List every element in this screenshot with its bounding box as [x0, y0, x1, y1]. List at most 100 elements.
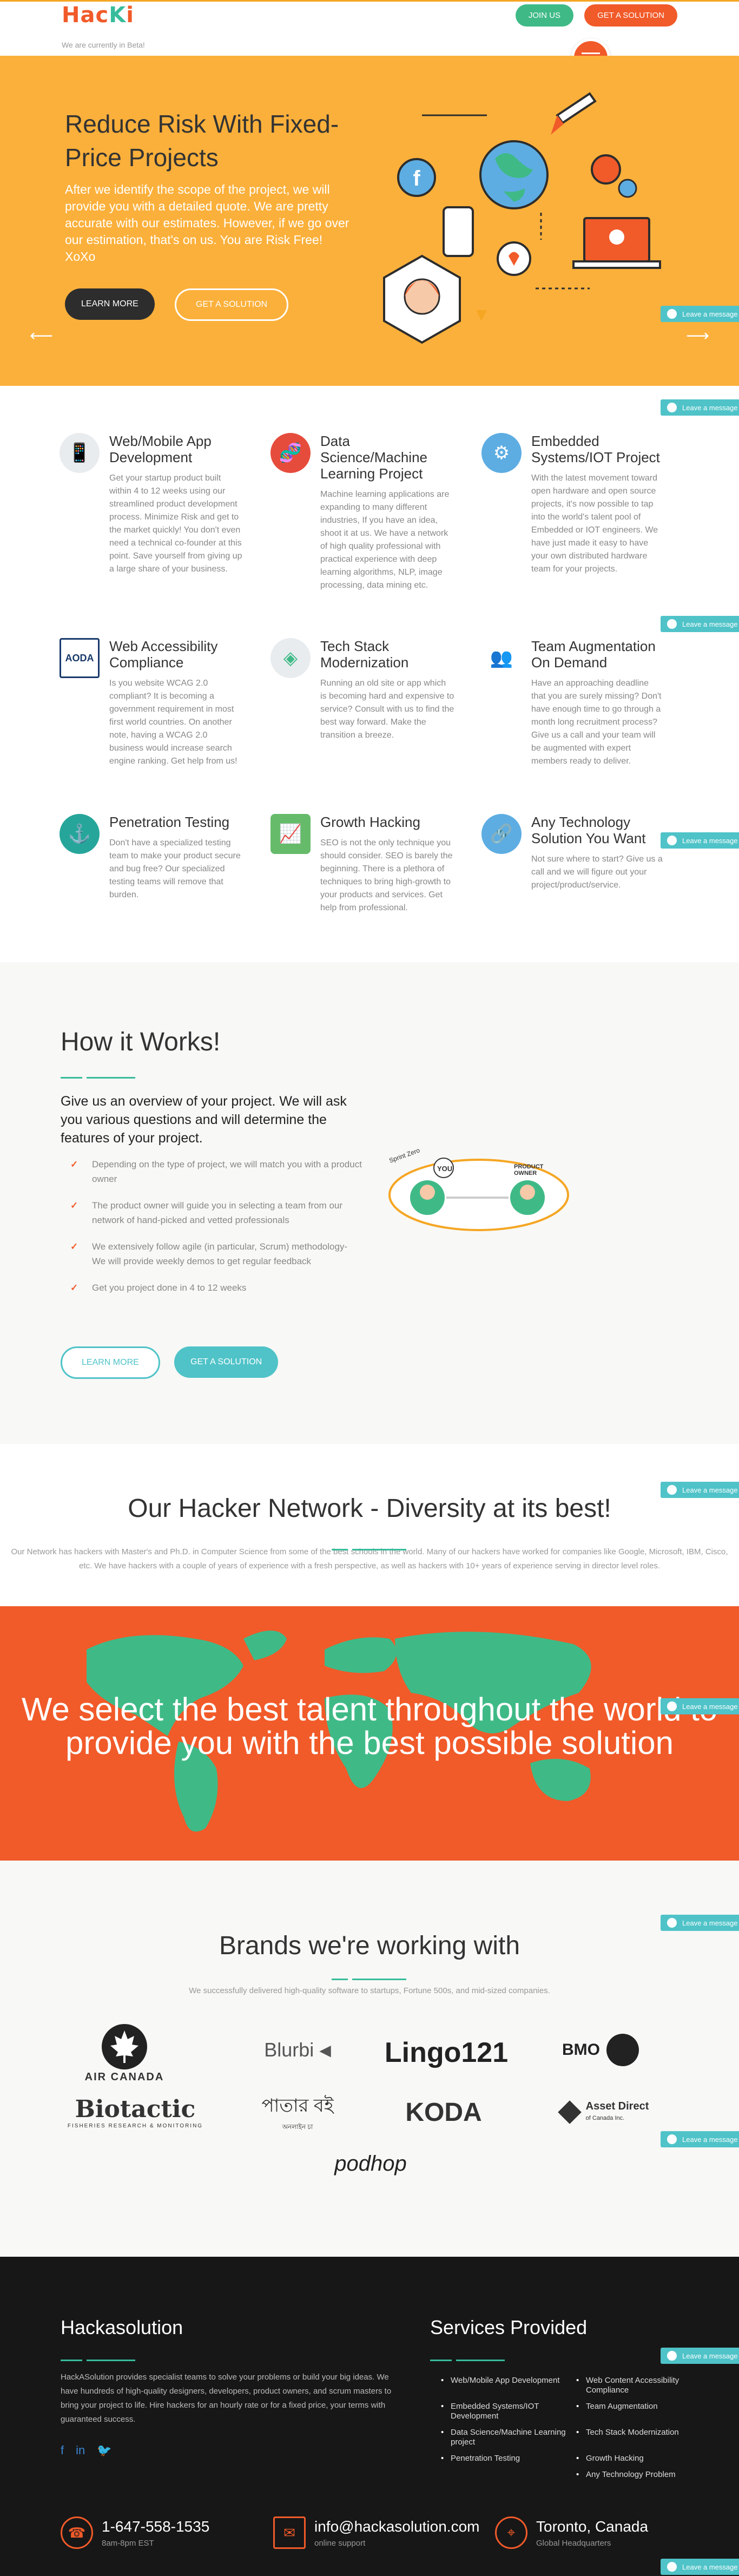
phone-icon: ☎: [61, 2516, 93, 2549]
svg-text:f: f: [413, 167, 420, 190]
service-title: Tech Stack Modernization: [320, 638, 409, 671]
hero-learn-more-button[interactable]: LEARN MORE: [65, 288, 155, 320]
leave-message-tab[interactable]: Leave a message: [661, 306, 739, 322]
title-underline: [332, 1549, 406, 1550]
service-text: Have an approaching deadline that you ar…: [531, 679, 662, 766]
brands-section: Brands we're working with We successfull…: [0, 1861, 739, 2256]
hero-title: Reduce Risk With Fixed-Price Projects: [65, 110, 339, 172]
hero-get-solution-button[interactable]: GET A SOLUTION: [175, 288, 289, 321]
service-title: Data Science/Machine Learning Project: [320, 433, 427, 482]
leave-message-label: Leave a message: [682, 1486, 738, 1494]
brand-logo-podhop: podhop: [319, 2131, 422, 2196]
brand-subtitle: অনলাইন চা: [282, 2122, 313, 2131]
leave-message-label: Leave a message: [682, 2135, 738, 2144]
hacker-network-section: Our Hacker Network - Diversity at its be…: [0, 1494, 739, 1573]
service-card[interactable]: ⚓ Penetration Testing Don't have a special…: [60, 814, 243, 915]
chat-icon: [667, 1701, 677, 1711]
how-title: How it Works!: [61, 1028, 221, 1056]
service-text: Don't have a specialized testing team to…: [109, 838, 241, 899]
leave-message-tab[interactable]: Leave a message: [661, 2348, 739, 2364]
brand-logo-koda: KODA: [400, 2088, 487, 2137]
how-lead: Give us an overview of your project. We …: [61, 1094, 347, 1146]
footer-service-link[interactable]: Growth Hacking: [576, 2454, 711, 2463]
brand-name: BMO: [562, 2041, 600, 2059]
footer-service-link[interactable]: Web/Mobile App Development: [441, 2376, 571, 2395]
hero-illustration: f: [383, 92, 661, 344]
team-diagram: [388, 1158, 569, 1231]
chat-icon: [667, 2134, 677, 2144]
brand-logo-lingo121: Lingo121: [385, 2023, 508, 2082]
brand-logo-asset-direct: Asset Direct of Canada Inc.: [552, 2093, 655, 2131]
brand-logo-air-canada: AIR CANADA: [68, 2018, 181, 2088]
service-text: Is you website WCAG 2.0 compliant? It is…: [109, 679, 237, 766]
join-us-button[interactable]: JOIN US: [515, 4, 574, 27]
site-footer: Hackasolution HackASolution provides spe…: [0, 2257, 739, 2576]
phone-number: 1-647-558-1535: [102, 2518, 210, 2535]
footer-service-link[interactable]: Penetration Testing: [441, 2454, 571, 2463]
service-title: Any Technology Solution You Want: [531, 814, 646, 846]
beta-notice: We are currently in Beta!: [62, 41, 145, 49]
service-title: Growth Hacking: [320, 814, 420, 830]
site-logo[interactable]: HacKi: [62, 3, 134, 28]
leave-message-tab[interactable]: Leave a message: [661, 2559, 739, 2575]
footer-service-link[interactable]: Embedded Systems/IOT Development: [441, 2402, 571, 2421]
footer-service-link[interactable]: Any Technology Problem: [576, 2470, 711, 2480]
slider-prev-arrow-icon[interactable]: ⟵: [30, 326, 53, 345]
linkedin-icon[interactable]: in: [76, 2443, 85, 2457]
chat-icon: [667, 403, 677, 412]
service-card[interactable]: ⚙ Embedded Systems/IOT Project With the la…: [481, 433, 665, 592]
how-get-solution-button[interactable]: GET A SOLUTION: [174, 1346, 279, 1378]
hero-text: After we identify the scope of the proje…: [65, 182, 349, 264]
get-solution-button[interactable]: GET A SOLUTION: [584, 4, 677, 27]
facebook-icon[interactable]: f: [61, 2443, 64, 2457]
footer-service-link[interactable]: Tech Stack Modernization: [576, 2428, 711, 2447]
site-header: HacKi We are currently in Beta! JOIN US …: [0, 2, 739, 77]
logo-text-1: Hac: [62, 3, 109, 28]
footer-service-link[interactable]: Data Science/Machine Learning project: [441, 2428, 571, 2447]
brand-logo-patar-boi: পাতার বই অনলাইন চা: [249, 2088, 346, 2137]
contact-phone[interactable]: ☎ 1-647-558-1535 8am-8pm EST: [61, 2516, 209, 2549]
brand-name: Asset Direct: [585, 2100, 649, 2112]
talent-banner-title: We select the best talent throughout the…: [21, 1691, 718, 1761]
twitter-icon[interactable]: 🐦: [97, 2443, 111, 2457]
how-learn-more-button[interactable]: LEARN MORE: [61, 1346, 160, 1379]
contact-email[interactable]: ✉ info@hackasolution.com online support: [273, 2516, 479, 2549]
brand-name: KODA: [405, 2098, 482, 2127]
brand-subtitle: FISHERIES RESEARCH & MONITORING: [67, 2123, 203, 2129]
service-card[interactable]: 📈 Growth Hacking SEO is not the only techn…: [270, 814, 454, 915]
phone-hours: 8am-8pm EST: [102, 2538, 154, 2548]
service-card[interactable]: 📱 Web/Mobile App Development Get your star…: [60, 433, 243, 592]
diagram-you-label: YOU: [437, 1165, 453, 1173]
chip-icon: ⚙: [481, 433, 522, 473]
brand-name: Blurbi: [264, 2039, 314, 2061]
services-row: 📱 Web/Mobile App Development Get your star…: [60, 433, 682, 592]
service-card[interactable]: AODA Web Accessibility Compliance Is you w…: [60, 638, 243, 768]
service-text: Machine learning applications are expand…: [320, 490, 450, 590]
dna-icon: 🧬: [270, 433, 311, 473]
footer-service-link[interactable]: Team Augmentation: [576, 2402, 711, 2421]
service-text: Running an old site or app which is beco…: [320, 679, 454, 740]
chat-icon: [667, 2351, 677, 2361]
leave-message-tab[interactable]: Leave a message: [661, 1698, 739, 1714]
anchor-icon: ⚓: [60, 814, 100, 854]
world-map-banner: We select the best talent throughout the…: [0, 1606, 739, 1861]
service-title: Embedded Systems/IOT Project: [531, 433, 660, 465]
footer-services-title: Services Provided: [430, 2316, 588, 2338]
hero-section: Reduce Risk With Fixed-Price Projects Af…: [0, 56, 739, 386]
service-card[interactable]: 🧬 Data Science/Machine Learning Project Ma…: [270, 433, 454, 592]
slider-next-arrow-icon[interactable]: ⟶: [686, 326, 709, 345]
footer-service-link[interactable]: Web Content Accessibility Compliance: [576, 2376, 711, 2395]
service-card[interactable]: ◈ Tech Stack Modernization Running an old …: [270, 638, 454, 768]
leave-message-tab[interactable]: Leave a message: [661, 399, 739, 416]
leave-message-label: Leave a message: [682, 310, 738, 318]
aoda-icon: AODA: [60, 638, 100, 678]
service-card[interactable]: 👥 Team Augmentation On Demand Have an appr…: [481, 638, 665, 768]
leave-message-tab[interactable]: Leave a message: [661, 1915, 739, 1931]
service-card[interactable]: 🔗 Any Technology Solution You Want Not sur…: [481, 814, 665, 915]
chat-icon: [667, 1918, 677, 1928]
leave-message-tab[interactable]: Leave a message: [661, 2131, 739, 2147]
leave-message-label: Leave a message: [682, 2562, 738, 2571]
service-title: Web Accessibility Compliance: [109, 638, 218, 671]
brand-name: AIR CANADA: [84, 2071, 164, 2083]
email-address: info@hackasolution.com: [314, 2518, 480, 2535]
